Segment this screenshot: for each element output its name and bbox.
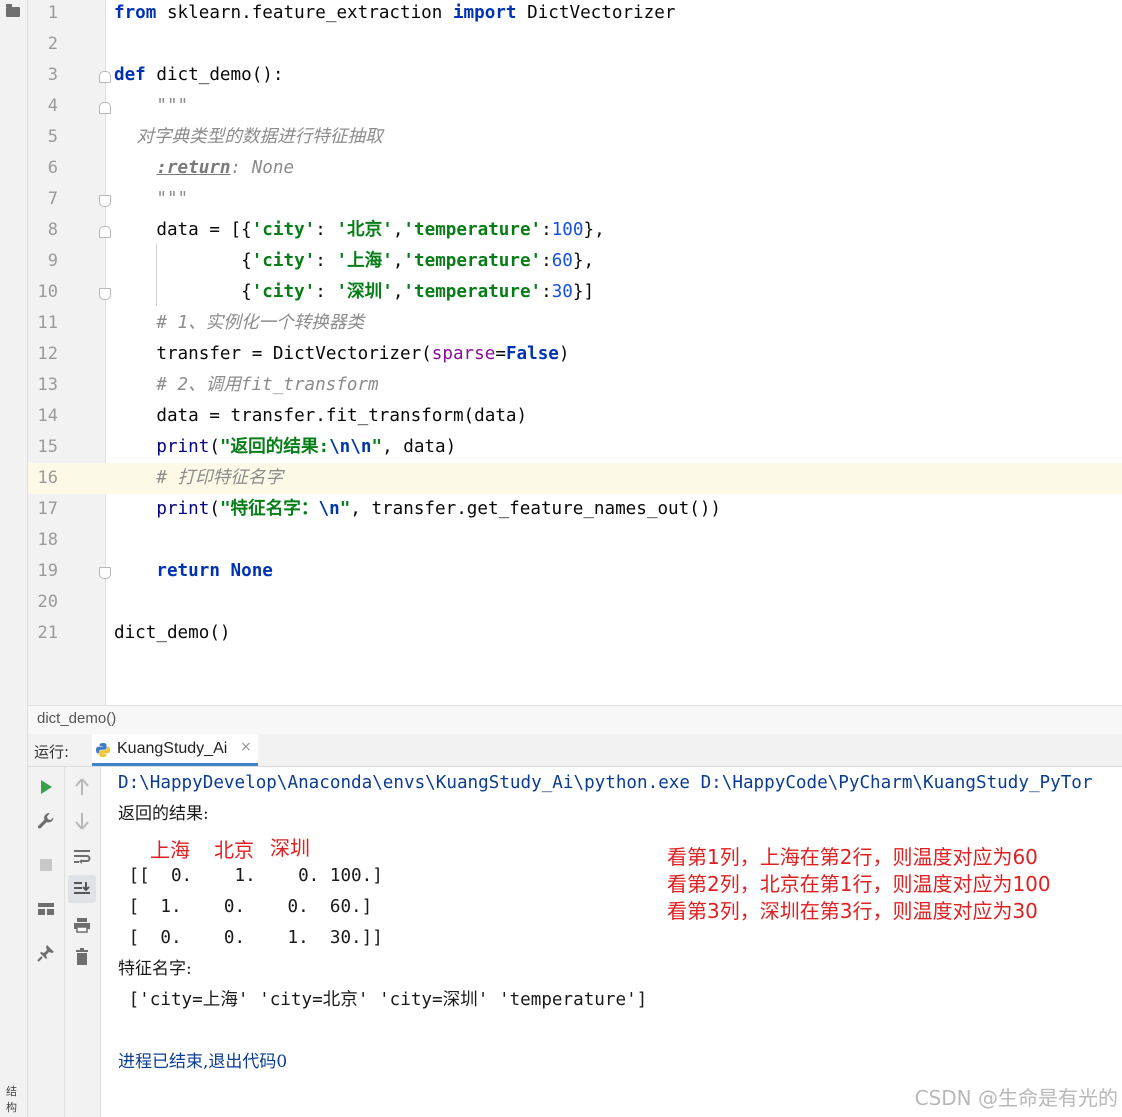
code-line-7: """ [114,189,189,209]
code-line-3: def dict_demo(): [114,65,284,85]
fold-marker-icon[interactable] [99,102,111,114]
pin-icon[interactable] [34,941,58,965]
close-icon[interactable]: × [240,739,252,755]
console-matrix-row: [ 0. 0. 1. 30.]] [118,928,383,948]
annotation-col-header: 北京 [214,838,254,862]
code-line-15: print("返回的结果:\n\n", data) [156,437,457,457]
line-number: 7 [47,189,58,209]
annotation-col-header: 深圳 [270,836,310,860]
run-toolbar-secondary [65,767,101,1117]
soft-wrap-icon[interactable] [70,845,94,869]
code-line-13: # 2、调用fit_transform [114,375,379,395]
line-number: 3 [47,65,58,85]
python-icon [96,743,110,757]
line-number: 9 [47,251,58,271]
stop-icon[interactable] [34,853,58,877]
rerun-icon[interactable] [34,775,58,799]
console-command-line: D:\HappyDevelop\Anaconda\envs\KuangStudy… [118,773,1093,793]
arrow-down-icon[interactable] [70,809,94,833]
console-feature-label: 特征名字: [118,959,192,979]
code-line-5: 对字典类型的数据进行特征抽取 [114,127,383,147]
code-line-16: # 打印特征名字 [114,468,284,488]
line-number: 12 [37,344,58,364]
scroll-to-end-icon[interactable] [68,875,96,903]
trash-icon[interactable] [70,945,94,969]
line-number: 8 [47,220,58,240]
line-number: 18 [37,530,58,550]
fold-marker-icon[interactable] [99,226,111,238]
console-matrix-row: [ 1. 0. 0. 60.] [118,897,373,917]
breadcrumb[interactable]: dict_demo() [28,705,1122,735]
line-number: 4 [47,96,58,116]
line-number: 16 [37,468,58,488]
line-number: 2 [47,34,58,54]
run-toolbar-primary [28,767,65,1117]
left-tool-strip: 结构 [0,0,28,1117]
code-line-6: :return: None [156,158,295,178]
run-label: 运行: [34,743,70,761]
console-exit-message: 进程已结束,退出代码0 [118,1052,288,1072]
console-feature-names: ['city=上海' 'city=北京' 'city=深圳' 'temperat… [118,990,648,1010]
line-number: 21 [37,623,58,643]
code-line-10: {'city': '深圳','temperature':30}] [114,282,595,302]
arrow-up-icon[interactable] [70,775,94,799]
wrench-icon[interactable] [34,809,58,833]
code-line-17: print("特征名字：\n", transfer.get_feature_na… [156,499,722,519]
code-line-1: from sklearn.feature_extraction import D… [114,3,676,23]
fold-marker-icon[interactable] [99,195,111,207]
line-number: 5 [47,127,58,147]
code-line-12: transfer = DictVectorizer(sparse=False) [114,344,570,364]
fold-marker-icon[interactable] [99,71,111,83]
line-number: 1 [47,3,58,23]
line-number: 15 [37,437,58,457]
breadcrumb-item[interactable]: dict_demo() [37,710,116,727]
run-tab-label: KuangStudy_Ai [117,740,228,757]
code-line-19: return None [156,561,273,581]
line-number: 20 [37,592,58,612]
console-result-label: 返回的结果: [118,804,209,824]
code-line-9: {'city': '上海','temperature':60}, [114,251,595,271]
code-line-4: """ [114,96,189,116]
console-matrix-row: [[ 0. 1. 0. 100.] [118,866,383,886]
line-number: 14 [37,406,58,426]
run-tab[interactable]: KuangStudy_Ai × [92,734,258,766]
code-line-21: dict_demo() [114,623,231,643]
line-number: 10 [37,282,58,302]
run-panel-header: 运行: KuangStudy_Ai × [28,734,1122,767]
line-number: 13 [37,375,58,395]
line-number: 17 [37,499,58,519]
line-number: 11 [37,313,58,333]
fold-marker-icon[interactable] [99,288,111,300]
annotation-note: 看第1列，上海在第2行，则温度对应为60 [667,845,1038,869]
code-line-14: data = transfer.fit_transform(data) [114,406,528,426]
code-line-11: # 1、实例化一个转换器类 [114,313,365,333]
project-folder-icon[interactable] [6,4,20,17]
fold-marker-icon[interactable] [99,567,111,579]
line-number: 6 [47,158,58,178]
watermark: CSDN @生命是有光的 [914,1086,1118,1110]
console-output[interactable]: D:\HappyDevelop\Anaconda\envs\KuangStudy… [101,767,1122,1117]
code-line-8: data = [{'city': '北京','temperature':100}… [114,220,605,240]
line-number: 19 [37,561,58,581]
layout-icon[interactable] [34,897,58,921]
annotation-col-header: 上海 [150,838,190,862]
print-icon[interactable] [70,913,94,937]
structure-tab[interactable]: 结构 [6,1083,27,1115]
annotation-note: 看第2列，北京在第1行，则温度对应为100 [667,872,1051,896]
annotation-note: 看第3列，深圳在第3行，则温度对应为30 [667,899,1038,923]
